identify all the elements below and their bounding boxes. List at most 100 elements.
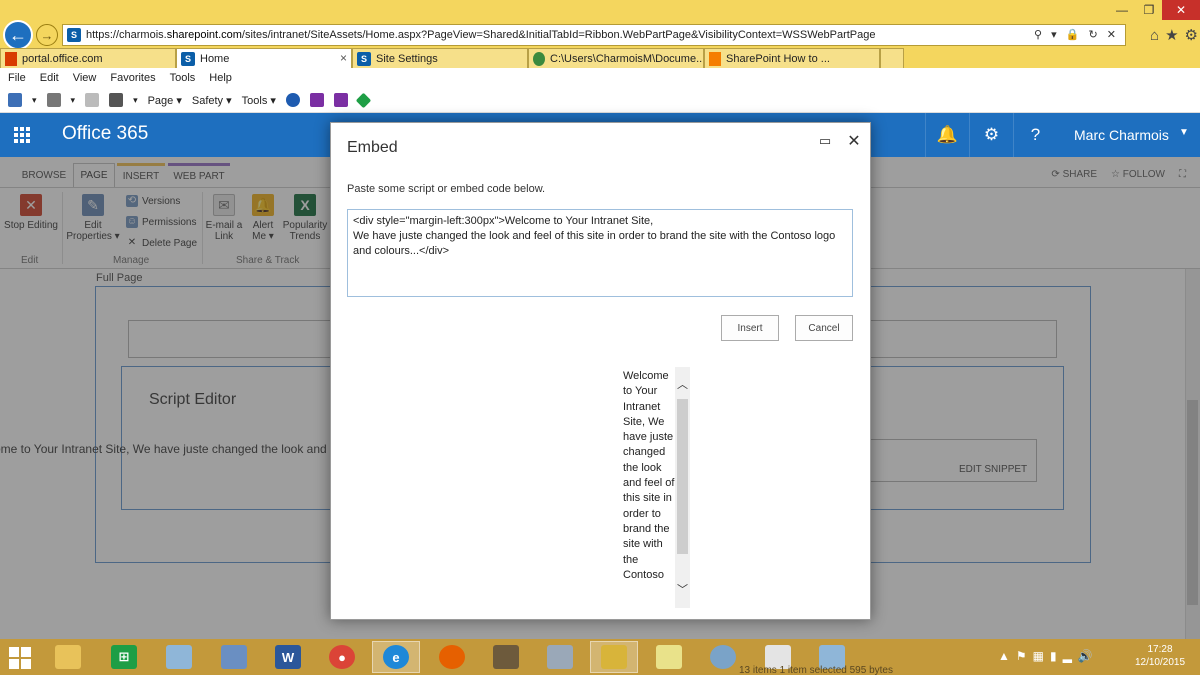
safety-menu[interactable]: Safety ▾ (192, 94, 232, 107)
star-icon[interactable]: ★ (1165, 26, 1178, 44)
taskbar-chrome[interactable]: ● (318, 641, 366, 673)
forward-button[interactable]: → (36, 24, 58, 46)
system-clock[interactable]: 17:28 12/10/2015 (1128, 643, 1192, 669)
dialog-title: Embed (347, 139, 398, 156)
print-icon[interactable] (109, 93, 124, 107)
windows-start-icon[interactable] (9, 647, 33, 669)
page-menu[interactable]: Page ▾ (148, 94, 182, 107)
chevron-down-icon[interactable]: ▾ (32, 95, 37, 106)
chevron-up-icon[interactable]: ︿ (675, 376, 690, 391)
close-icon[interactable]: ✕ (846, 133, 862, 150)
url-text: https://charmois.sharepoint.com/sites/in… (86, 29, 876, 41)
blogger-icon (709, 51, 721, 66)
tab-label: portal.office.com (22, 52, 103, 65)
home-icon[interactable] (8, 93, 22, 107)
address-bar[interactable]: S https://charmois.sharepoint.com/sites/… (62, 24, 1126, 46)
close-icon[interactable]: ✕ (1107, 29, 1119, 41)
browser-toolbar-icons: ⌂ ★ ⚙ (1134, 24, 1198, 46)
ie-page-icon (533, 51, 545, 66)
gear-icon[interactable]: ⚙ (1185, 26, 1198, 44)
battery-icon[interactable]: ▮ (1050, 649, 1057, 663)
dialog-prompt: Paste some script or embed code below. (347, 183, 546, 195)
remote-desktop-icon (221, 645, 247, 669)
tab-blogger[interactable]: SharePoint How to ... (704, 48, 880, 68)
tab-label: Site Settings (376, 52, 438, 65)
taskbar-calculator[interactable] (536, 641, 584, 673)
chevron-down-icon[interactable]: ▾ (133, 95, 138, 106)
taskbar-ie[interactable]: e (372, 641, 420, 673)
tab-local-file[interactable]: C:\Users\CharmoisM\Docume... (528, 48, 704, 68)
embed-code-input[interactable] (347, 209, 853, 297)
onenote-icon[interactable] (309, 93, 324, 107)
gimp-icon (493, 645, 519, 669)
clock-date: 12/10/2015 (1134, 657, 1186, 668)
app-launcher-icon[interactable] (0, 113, 44, 157)
tab-portal[interactable]: portal.office.com (0, 48, 176, 68)
preview-scrollbar-thumb[interactable] (677, 399, 688, 554)
bell-icon[interactable]: 🔔 (925, 113, 969, 157)
home-icon[interactable]: ⌂ (1150, 27, 1159, 44)
window-close-button[interactable]: ✕ (1162, 0, 1200, 20)
cancel-button[interactable]: Cancel (795, 315, 853, 341)
tab-close-icon[interactable]: × (340, 51, 347, 65)
chevron-down-icon[interactable]: ▾ (71, 95, 76, 106)
gear-icon[interactable]: ⚙ (969, 113, 1013, 157)
menu-view[interactable]: View (73, 72, 97, 84)
menu-file[interactable]: File (8, 72, 26, 84)
addon-icon[interactable] (355, 92, 372, 108)
menu-tools[interactable]: Tools (170, 72, 196, 84)
taskbar-firefox[interactable] (428, 641, 476, 673)
menu-edit[interactable]: Edit (40, 72, 59, 84)
search-icon[interactable]: ⚲ (1034, 29, 1045, 41)
back-button[interactable]: ← (3, 20, 33, 50)
insert-button[interactable]: Insert (721, 315, 779, 341)
tab-label: Home (200, 52, 230, 65)
signal-icon[interactable]: ▂ (1063, 649, 1072, 663)
taskbar-sharepoint-designer[interactable] (590, 641, 638, 673)
menu-help[interactable]: Help (209, 72, 232, 84)
onenote-linked-icon[interactable] (333, 93, 348, 107)
maximize-icon[interactable]: ▭ (818, 133, 832, 148)
sticky-notes-icon (656, 645, 682, 669)
suite-brand[interactable]: Office 365 (62, 123, 148, 145)
help-icon[interactable]: ? (1013, 113, 1057, 157)
feeds-icon[interactable] (46, 93, 61, 107)
menu-favorites[interactable]: Favorites (110, 72, 155, 84)
chevron-down-icon[interactable]: ▾ (1051, 29, 1060, 41)
mail-icon[interactable] (85, 93, 100, 107)
taskbar-remote[interactable] (210, 641, 258, 673)
chevron-up-icon[interactable]: ▲ (998, 649, 1010, 663)
preview-text: Welcome to Your Intranet Site, We have j… (623, 370, 675, 581)
taskbar-app-blue[interactable] (155, 641, 203, 673)
address-tools[interactable]: ⚲ ▾ 🔒 ↻ ✕ (1034, 28, 1119, 41)
tab-label: C:\Users\CharmoisM\Docume... (550, 52, 704, 65)
new-tab-button[interactable] (880, 48, 904, 68)
arrow-right-icon: → (40, 27, 54, 43)
refresh-icon[interactable]: ↻ (1089, 29, 1101, 41)
user-name[interactable]: Marc Charmois (1074, 127, 1169, 143)
store-icon: ⊞ (111, 645, 137, 669)
taskbar-gimp[interactable] (482, 641, 530, 673)
help-icon[interactable] (285, 93, 300, 107)
taskbar-store[interactable]: ⊞ (100, 641, 148, 673)
lock-icon: 🔒 (1065, 29, 1083, 41)
action-center-icon[interactable]: ⚑ (1016, 649, 1027, 663)
taskbar-explorer[interactable] (44, 641, 92, 673)
chevron-down-icon[interactable]: ﹀ (675, 581, 690, 596)
network-icon[interactable]: ▦ (1033, 649, 1044, 663)
taskbar-word[interactable]: W (264, 641, 312, 673)
maximize-button[interactable]: ❐ (1136, 0, 1162, 20)
calculator-icon (547, 645, 573, 669)
clock-time: 17:28 (1147, 644, 1173, 655)
notepad-icon (166, 645, 192, 669)
chevron-down-icon[interactable]: ▼ (1179, 127, 1189, 138)
tab-site-settings[interactable]: S Site Settings (352, 48, 528, 68)
folder-icon (55, 645, 81, 669)
tab-home[interactable]: S Home × (176, 48, 352, 68)
volume-icon[interactable]: 🔊 (1078, 649, 1093, 663)
command-bar: ▾ ▾ ▾ Page ▾ Safety ▾ Tools ▾ (0, 88, 1200, 113)
taskbar-sticky[interactable] (645, 641, 693, 673)
tools-menu[interactable]: Tools ▾ (242, 94, 276, 107)
sharepoint-designer-icon (601, 645, 627, 669)
minimize-button[interactable]: — (1108, 0, 1136, 20)
